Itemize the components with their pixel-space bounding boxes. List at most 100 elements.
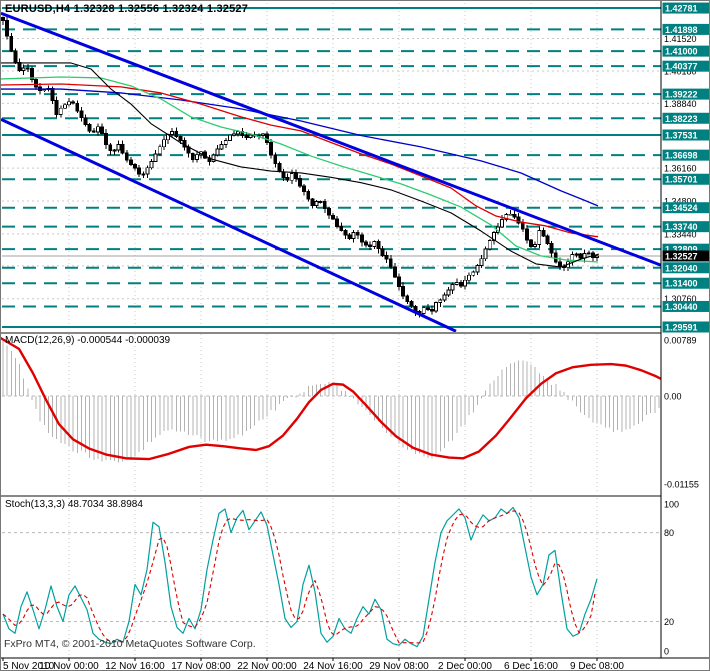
candle-body — [487, 240, 492, 250]
price-grid-label: 1.38840 — [664, 99, 697, 109]
candle-body — [79, 110, 84, 119]
stoch-d-line[interactable] — [2, 510, 596, 644]
candle-body — [277, 162, 282, 173]
candle-body — [34, 78, 38, 88]
candle-body — [219, 143, 224, 150]
candle-body — [421, 307, 426, 315]
candle-body — [100, 126, 104, 134]
candle-body — [471, 271, 476, 276]
stoch-scale-label: 100 — [664, 500, 679, 510]
candle-body — [355, 232, 360, 236]
candle-body — [161, 139, 166, 148]
candle-body — [557, 261, 562, 267]
candle-body — [104, 132, 109, 146]
candle-body — [392, 266, 397, 278]
price-level-badge: 1.38223 — [665, 114, 698, 124]
candle-body — [174, 131, 179, 138]
macd-scale-label: 0.00 — [664, 392, 682, 402]
price-level-badge: 1.30440 — [665, 302, 698, 312]
candle-body — [190, 152, 195, 160]
price-level-badge: 1.34524 — [665, 203, 698, 213]
candle-body — [384, 255, 389, 260]
mt4-chart-window: 1.415201.401801.388401.361601.348001.334… — [0, 0, 710, 671]
candle-body — [553, 252, 558, 263]
candle-body — [512, 213, 517, 218]
candle-body — [388, 258, 393, 268]
candle-body — [446, 289, 451, 296]
stoch-scale-label: 80 — [664, 528, 674, 538]
candle-body — [133, 163, 137, 169]
candle-body — [1, 16, 5, 21]
time-label: 6 Dec 16:00 — [504, 661, 558, 671]
candle-body — [17, 62, 22, 72]
candle-body — [425, 307, 430, 310]
candle-body — [430, 309, 434, 312]
candle-body — [248, 134, 253, 139]
ma-blue[interactable] — [1, 88, 599, 207]
candle-body — [574, 253, 579, 256]
price-grid-label: 1.36160 — [664, 164, 697, 174]
candle-body — [302, 185, 307, 193]
candle-body — [289, 172, 294, 181]
candle-body — [586, 252, 591, 255]
candles-series — [1, 16, 599, 318]
candle-body — [232, 133, 236, 136]
candle-body — [285, 177, 290, 181]
time-label: 17 Nov 08:00 — [171, 661, 231, 671]
candle-body — [364, 241, 368, 246]
candle-body — [405, 295, 410, 302]
candle-body — [21, 67, 26, 72]
candle-body — [326, 208, 331, 216]
stoch-k-line[interactable] — [2, 506, 598, 648]
candle-body — [322, 201, 327, 210]
candle-body — [401, 286, 406, 297]
candle-body — [397, 276, 401, 287]
candle-body — [273, 154, 278, 164]
candle-body — [314, 201, 319, 206]
time-label: 12 Nov 16:00 — [105, 661, 165, 671]
candle-body — [475, 265, 480, 273]
candle-body — [91, 130, 96, 133]
chart-canvas[interactable]: 1.415201.401801.388401.361601.348001.334… — [1, 1, 710, 671]
channel-upper[interactable] — [1, 11, 710, 286]
candle-body — [124, 152, 129, 161]
price-level-badge: 1.42781 — [665, 4, 698, 14]
candle-body — [529, 239, 533, 247]
candle-body — [153, 153, 158, 162]
candle-body — [227, 134, 232, 141]
current-price-badge: 1.32527 — [665, 251, 698, 261]
candle-body — [339, 225, 344, 231]
candle-body — [467, 274, 472, 281]
candle-body — [578, 253, 583, 259]
candle-body — [71, 101, 76, 104]
candle-body — [479, 258, 484, 266]
time-label: 10 Nov 00:00 — [39, 661, 99, 671]
macd-panel[interactable] — [1, 332, 710, 493]
candle-body — [112, 149, 117, 152]
candle-body — [211, 154, 216, 162]
candle-body — [537, 230, 542, 245]
candle-body — [178, 136, 183, 142]
candle-body — [368, 244, 373, 247]
candle-body — [549, 243, 554, 254]
price-scale[interactable]: 1.415201.401801.388401.361601.348001.334… — [660, 1, 710, 671]
main-price-panel[interactable] — [1, 3, 710, 333]
price-level-badge: 1.29591 — [665, 322, 698, 332]
candle-body — [438, 299, 443, 304]
candle-body — [306, 191, 311, 200]
price-level-badge: 1.41000 — [665, 47, 698, 57]
candle-body — [269, 141, 274, 156]
candle-body — [108, 144, 113, 152]
candle-body — [442, 294, 447, 301]
price-level-badge: 1.37531 — [665, 130, 698, 140]
candle-body — [62, 104, 67, 109]
candle-body — [454, 282, 459, 286]
candle-body — [42, 89, 47, 92]
candle-body — [265, 133, 269, 143]
price-level-badge: 1.31400 — [665, 279, 698, 289]
candle-body — [409, 300, 414, 307]
stochastic-panel[interactable] — [1, 495, 710, 657]
time-axis[interactable]: 5 Nov 201010 Nov 00:00 12 Nov 16:00 17 Nov… — [1, 657, 710, 671]
candle-body — [376, 240, 381, 250]
candle-body — [260, 133, 265, 137]
